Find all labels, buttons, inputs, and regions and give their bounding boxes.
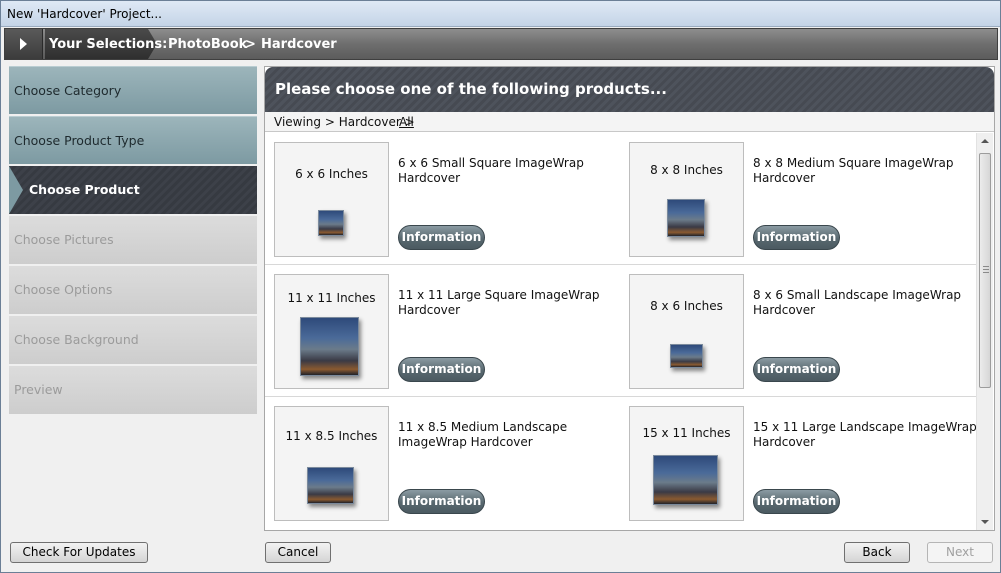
step-choose-category[interactable]: Choose Category [9,66,257,114]
check-for-updates-button[interactable]: Check For Updates [10,542,148,563]
product-title: 15 x 11 Large Landscape ImageWrap Hardco… [753,420,976,449]
product-row: 11 x 11 Inches 11 x 11 Large Square Imag… [265,265,976,397]
scroll-up-arrow-icon[interactable] [981,139,989,143]
product-size-label: 15 x 11 Inches [642,426,731,440]
product-size-label: 6 x 6 Inches [295,167,368,181]
product-title: 11 x 11 Large Square ImageWrap Hardcover [398,288,600,317]
scroll-thumb[interactable] [979,153,991,388]
information-button[interactable]: Information [753,357,840,382]
book-preview-image [670,344,703,368]
products-panel: Please choose one of the following produ… [264,66,995,531]
product-card[interactable]: 8 x 8 Inches 8 x 8 Medium Square ImageWr… [629,142,974,258]
information-button[interactable]: Information [398,489,485,514]
panel-header: Please choose one of the following produ… [265,67,994,112]
panel-heading: Please choose one of the following produ… [275,80,667,98]
product-title: 8 x 8 Medium Square ImageWrap Hardcover [753,156,954,185]
viewing-path: Viewing > Hardcover > All [265,112,994,132]
expand-selections-button[interactable] [5,29,43,59]
product-row: 6 x 6 Inches 6 x 6 Small Square ImageWra… [265,133,976,265]
step-preview: Preview [9,366,257,414]
product-card[interactable]: 11 x 8.5 Inches 11 x 8.5 Medium Landscap… [274,406,619,522]
product-size-label: 11 x 11 Inches [287,291,376,305]
step-choose-product[interactable]: Choose Product [9,166,257,214]
grip-line [983,269,989,270]
viewing-all-link[interactable]: All [399,115,414,129]
play-arrow-icon [20,38,27,50]
scroll-down-arrow-icon[interactable] [981,520,989,524]
product-thumbnail[interactable]: 8 x 6 Inches [629,274,744,389]
book-preview-image [318,210,344,236]
step-choose-options: Choose Options [9,266,257,314]
information-button[interactable]: Information [398,357,485,382]
back-button[interactable]: Back [844,542,910,563]
selections-label: Your Selections: [49,37,168,52]
product-card[interactable]: 11 x 11 Inches 11 x 11 Large Square Imag… [274,274,619,390]
next-button: Next [927,542,993,563]
product-title: 6 x 6 Small Square ImageWrap Hardcover [398,156,584,185]
title-bar: New 'Hardcover' Project... [1,1,1000,27]
product-card[interactable]: 15 x 11 Inches 15 x 11 Large Landscape I… [629,406,976,522]
product-size-label: 8 x 8 Inches [650,163,723,177]
app-window: New 'Hardcover' Project... Your Selectio… [0,0,1001,573]
product-thumbnail[interactable]: 6 x 6 Inches [274,142,389,257]
breadcrumb-item-hardcover[interactable]: Hardcover [261,37,337,52]
product-thumbnail[interactable]: 15 x 11 Inches [629,406,744,521]
vertical-scrollbar[interactable] [976,133,993,530]
product-size-label: 8 x 6 Inches [650,299,723,313]
book-preview-image [300,317,359,376]
grip-line [983,266,989,267]
window-title: New 'Hardcover' Project... [7,7,162,21]
book-preview-image [307,467,354,504]
product-grid: 6 x 6 Inches 6 x 6 Small Square ImageWra… [265,133,976,530]
grip-line [983,272,989,273]
viewing-prefix: Viewing > Hardcover > [274,115,415,129]
product-card[interactable]: 6 x 6 Inches 6 x 6 Small Square ImageWra… [274,142,619,258]
wizard-steps: Choose Category Choose Product Type Choo… [9,66,257,416]
book-preview-image [653,455,718,505]
product-thumbnail[interactable]: 11 x 8.5 Inches [274,406,389,521]
product-row: 11 x 8.5 Inches 11 x 8.5 Medium Landscap… [265,397,976,529]
product-thumbnail[interactable]: 11 x 11 Inches [274,274,389,389]
breadcrumb-separator: > [245,37,256,52]
selections-bar: Your Selections: PhotoBook > Hardcover [4,28,998,60]
information-button[interactable]: Information [753,225,840,250]
product-size-label: 11 x 8.5 Inches [285,429,378,443]
product-title: 8 x 6 Small Landscape ImageWrap Hardcove… [753,288,962,317]
step-choose-background: Choose Background [9,316,257,364]
information-button[interactable]: Information [398,225,485,250]
product-card[interactable]: 8 x 6 Inches 8 x 6 Small Landscape Image… [629,274,974,390]
breadcrumb-item-photobook[interactable]: PhotoBook [168,37,247,52]
information-button[interactable]: Information [753,489,840,514]
book-preview-image [667,199,705,237]
step-choose-product-type[interactable]: Choose Product Type [9,116,257,164]
product-title: 11 x 8.5 Medium Landscape ImageWrap Hard… [398,420,568,449]
step-choose-pictures: Choose Pictures [9,216,257,264]
product-thumbnail[interactable]: 8 x 8 Inches [629,142,744,257]
cancel-button[interactable]: Cancel [265,542,331,563]
